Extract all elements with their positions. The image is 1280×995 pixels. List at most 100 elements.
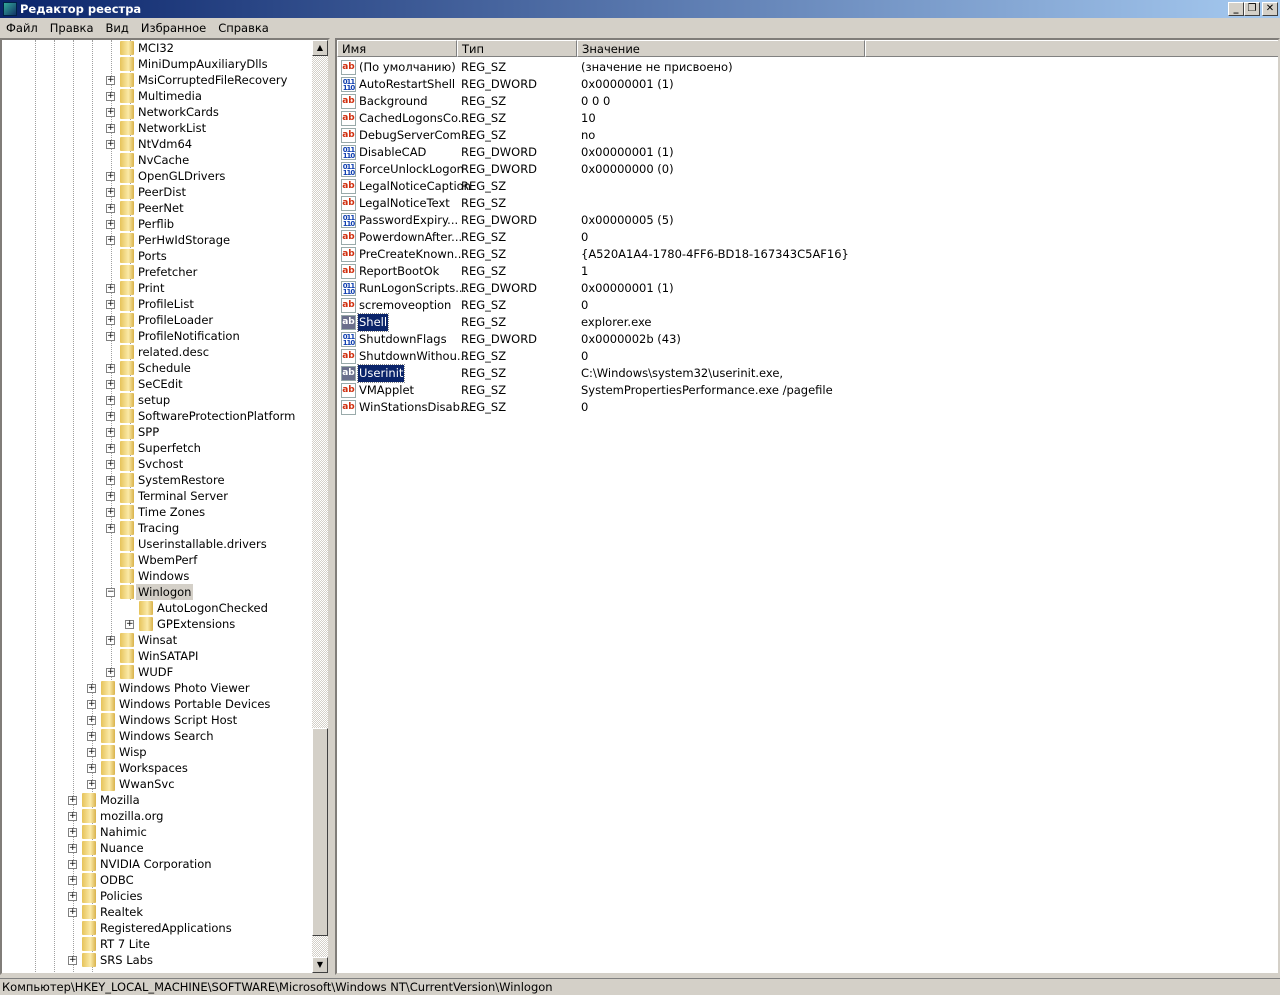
tree-node[interactable]: MiniDumpAuxiliaryDlls <box>2 56 312 72</box>
tree-node-label[interactable]: AutoLogonChecked <box>155 600 270 616</box>
expand-toggle-icon[interactable]: + <box>106 236 115 245</box>
maximize-button[interactable]: ❐ <box>1244 2 1260 16</box>
menu-view[interactable]: Вид <box>100 21 135 35</box>
menu-file[interactable]: Файл <box>0 21 44 35</box>
tree-node-label[interactable]: Winlogon <box>136 584 194 600</box>
expand-toggle-icon[interactable]: + <box>106 380 115 389</box>
tree-node[interactable]: WinSATAPI <box>2 648 312 664</box>
expand-toggle-icon[interactable]: + <box>68 860 77 869</box>
value-name[interactable]: ReportBootOk <box>358 263 440 280</box>
tree-node-label[interactable]: Time Zones <box>136 504 207 520</box>
value-row[interactable]: 011 110 AutoRestartShell REG_DWORD 0x0000… <box>337 76 1237 93</box>
value-row[interactable]: ab LegalNoticeCaption REG_SZ <box>337 178 1237 195</box>
tree-node-label[interactable]: Superfetch <box>136 440 203 456</box>
tree-node[interactable]: + WwanSvc <box>2 776 312 792</box>
tree-node-label[interactable]: Nahimic <box>98 824 149 840</box>
tree-node[interactable]: + PerHwIdStorage <box>2 232 312 248</box>
expand-toggle-icon[interactable]: + <box>68 828 77 837</box>
expand-toggle-icon[interactable]: + <box>68 796 77 805</box>
tree-node[interactable]: + OpenGLDrivers <box>2 168 312 184</box>
tree-node-label[interactable]: NvCache <box>136 152 191 168</box>
expand-toggle-icon[interactable]: + <box>106 220 115 229</box>
value-name[interactable]: RunLogonScripts... <box>358 280 467 297</box>
minimize-button[interactable]: _ <box>1228 2 1244 16</box>
tree-node-label[interactable]: WwanSvc <box>117 776 177 792</box>
value-name[interactable]: WinStationsDisab... <box>358 399 472 416</box>
tree-node[interactable]: + Policies <box>2 888 312 904</box>
scroll-down-button[interactable]: ▼ <box>312 957 328 973</box>
expand-toggle-icon[interactable]: + <box>106 172 115 181</box>
value-name[interactable]: VMApplet <box>358 382 415 399</box>
tree-node-label[interactable]: Multimedia <box>136 88 204 104</box>
tree-node[interactable]: + Terminal Server <box>2 488 312 504</box>
value-row[interactable]: ab PreCreateKnown... REG_SZ {A520A1A4-17… <box>337 246 1237 263</box>
value-row[interactable]: ab ShutdownWithou... REG_SZ 0 <box>337 348 1237 365</box>
tree-node[interactable]: Ports <box>2 248 312 264</box>
tree-node[interactable]: + NetworkCards <box>2 104 312 120</box>
tree-node[interactable]: Prefetcher <box>2 264 312 280</box>
tree-node[interactable]: + mozilla.org <box>2 808 312 824</box>
tree-node-label[interactable]: ProfileNotification <box>136 328 242 344</box>
value-name[interactable]: ForceUnlockLogon <box>358 161 465 178</box>
expand-toggle-icon[interactable]: + <box>106 204 115 213</box>
tree-node-label[interactable]: Windows Script Host <box>117 712 239 728</box>
tree-node[interactable]: Windows <box>2 568 312 584</box>
expand-toggle-icon[interactable]: + <box>68 908 77 917</box>
expand-toggle-icon[interactable]: + <box>87 764 96 773</box>
value-name[interactable]: Userinit <box>356 364 406 383</box>
tree-node[interactable]: + Svchost <box>2 456 312 472</box>
tree-node-label[interactable]: Perflib <box>136 216 176 232</box>
expand-toggle-icon[interactable]: + <box>68 844 77 853</box>
tree-node[interactable]: + NtVdm64 <box>2 136 312 152</box>
tree-node-label[interactable]: NVIDIA Corporation <box>98 856 214 872</box>
tree-node[interactable]: + Workspaces <box>2 760 312 776</box>
value-name[interactable]: DisableCAD <box>358 144 427 161</box>
expand-toggle-icon[interactable]: + <box>106 508 115 517</box>
tree-node-label[interactable]: Windows Portable Devices <box>117 696 272 712</box>
tree-node-label[interactable]: Svchost <box>136 456 185 472</box>
expand-toggle-icon[interactable]: + <box>106 108 115 117</box>
tree-node-label[interactable]: ProfileLoader <box>136 312 215 328</box>
tree-node[interactable]: AutoLogonChecked <box>2 600 312 616</box>
value-row[interactable]: 011 110 RunLogonScripts... REG_DWORD 0x00… <box>337 280 1237 297</box>
tree-node[interactable]: + Windows Script Host <box>2 712 312 728</box>
tree-node-label[interactable]: RT 7 Lite <box>98 936 152 952</box>
tree-node[interactable]: + ProfileNotification <box>2 328 312 344</box>
tree-node[interactable]: + Wisp <box>2 744 312 760</box>
tree-node[interactable]: WbemPerf <box>2 552 312 568</box>
expand-toggle-icon[interactable]: + <box>106 396 115 405</box>
tree-scrollbar[interactable]: ▲ ▼ <box>312 40 328 973</box>
expand-toggle-icon[interactable]: + <box>87 748 96 757</box>
tree-node[interactable]: + Nahimic <box>2 824 312 840</box>
column-header-type[interactable]: Тип <box>457 40 577 57</box>
tree-node-label[interactable]: setup <box>136 392 172 408</box>
close-button[interactable]: ✕ <box>1262 2 1278 16</box>
tree-node-label[interactable]: Ports <box>136 248 169 264</box>
tree-node[interactable]: + MsiCorruptedFileRecovery <box>2 72 312 88</box>
expand-toggle-icon[interactable]: + <box>87 732 96 741</box>
value-row[interactable]: ab VMApplet REG_SZ SystemPropertiesPerfo… <box>337 382 1237 399</box>
expand-toggle-icon[interactable]: + <box>87 780 96 789</box>
tree-node[interactable]: + NVIDIA Corporation <box>2 856 312 872</box>
tree-node-label[interactable]: Userinstallable.drivers <box>136 536 269 552</box>
tree-node-label[interactable]: MiniDumpAuxiliaryDlls <box>136 56 270 72</box>
tree-node[interactable]: + setup <box>2 392 312 408</box>
tree-node-label[interactable]: NetworkList <box>136 120 208 136</box>
tree-node[interactable]: + Realtek <box>2 904 312 920</box>
tree-node[interactable]: + Tracing <box>2 520 312 536</box>
value-name[interactable]: Background <box>358 93 429 110</box>
tree-node-label[interactable]: Tracing <box>136 520 181 536</box>
menu-edit[interactable]: Правка <box>44 21 100 35</box>
expand-toggle-icon[interactable]: + <box>68 876 77 885</box>
expand-toggle-icon[interactable]: + <box>68 892 77 901</box>
value-row[interactable]: ab ReportBootOk REG_SZ 1 <box>337 263 1237 280</box>
tree-node-label[interactable]: Winsat <box>136 632 179 648</box>
tree-node[interactable]: + GPExtensions <box>2 616 312 632</box>
expand-toggle-icon[interactable]: + <box>106 428 115 437</box>
value-name[interactable]: PreCreateKnown... <box>358 246 466 263</box>
expand-toggle-icon[interactable]: + <box>106 492 115 501</box>
menu-favorites[interactable]: Избранное <box>135 21 212 35</box>
tree-node-label[interactable]: Workspaces <box>117 760 190 776</box>
tree-node[interactable]: + ODBC <box>2 872 312 888</box>
expand-toggle-icon[interactable]: + <box>106 316 115 325</box>
